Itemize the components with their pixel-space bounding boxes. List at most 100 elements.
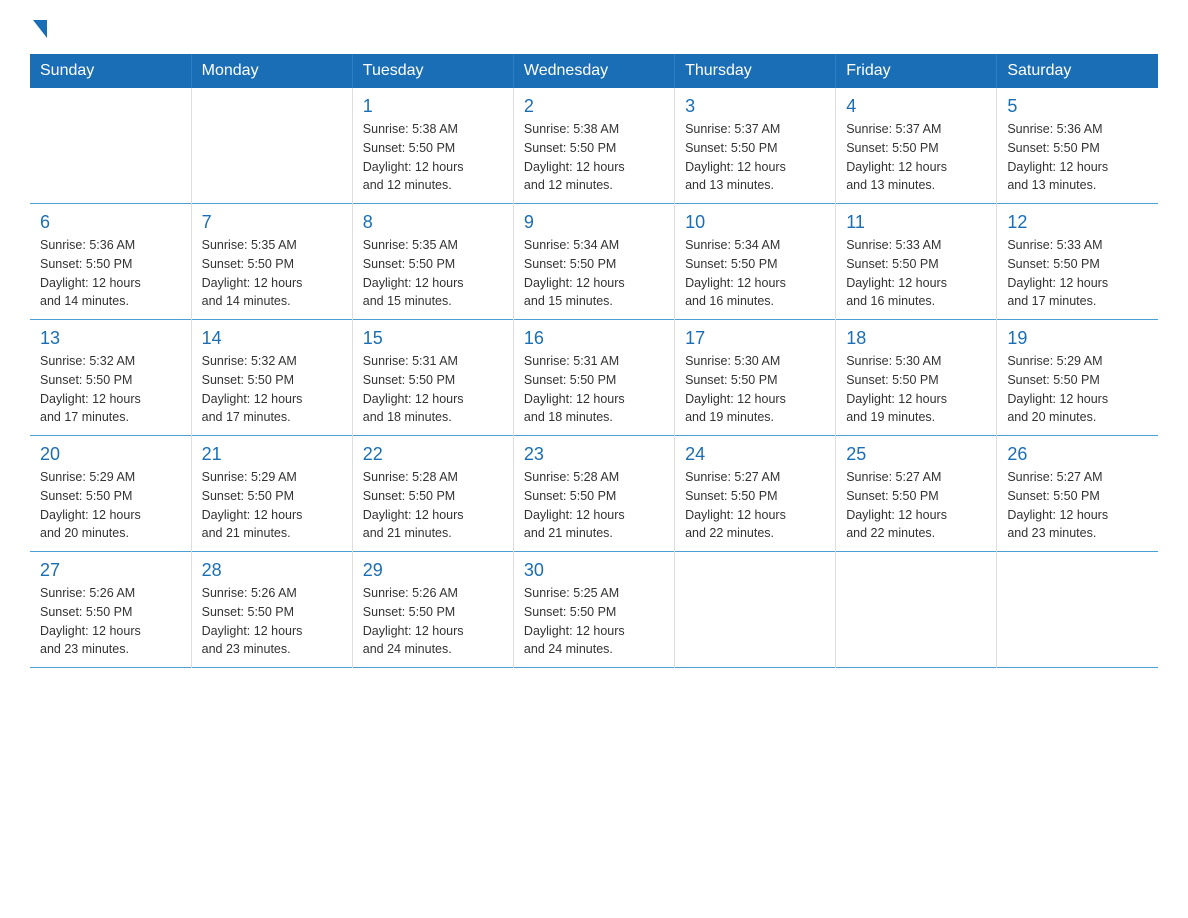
day-header-monday: Monday [191,54,352,88]
day-info: Sunrise: 5:36 AM Sunset: 5:50 PM Dayligh… [1007,120,1148,195]
day-number: 14 [202,328,342,349]
day-info: Sunrise: 5:30 AM Sunset: 5:50 PM Dayligh… [846,352,986,427]
calendar-cell: 23Sunrise: 5:28 AM Sunset: 5:50 PM Dayli… [513,436,674,552]
day-number: 3 [685,96,825,117]
day-info: Sunrise: 5:38 AM Sunset: 5:50 PM Dayligh… [524,120,664,195]
calendar-cell: 3 Sunrise: 5:37 AM Sunset: 5:50 PM Daylig… [675,88,836,204]
calendar-cell: 17 Sunrise: 5:30 AM Sunset: 5:50 PM Dayli… [675,320,836,436]
calendar-cell: 19Sunrise: 5:29 AM Sunset: 5:50 PM Dayli… [997,320,1158,436]
day-number: 6 [40,212,181,233]
day-number: 8 [363,212,503,233]
calendar-cell [997,552,1158,668]
day-info: Sunrise: 5:26 AM Sunset: 5:50 PM Dayligh… [40,584,181,659]
day-info: Sunrise: 5:35 AM Sunset: 5:50 PM Dayligh… [202,236,342,311]
calendar-cell: 26 Sunrise: 5:27 AM Sunset: 5:50 PM Dayli… [997,436,1158,552]
day-number: 10 [685,212,825,233]
day-number: 27 [40,560,181,581]
calendar-cell: 18 Sunrise: 5:30 AM Sunset: 5:50 PM Dayli… [836,320,997,436]
week-row-2: 6 Sunrise: 5:36 AM Sunset: 5:50 PM Daylig… [30,204,1158,320]
day-info: Sunrise: 5:32 AM Sunset: 5:50 PM Dayligh… [202,352,342,427]
day-info: Sunrise: 5:33 AM Sunset: 5:50 PM Dayligh… [846,236,986,311]
calendar-cell [30,88,191,204]
calendar-cell [191,88,352,204]
day-number: 18 [846,328,986,349]
day-info: Sunrise: 5:29 AM Sunset: 5:50 PM Dayligh… [40,468,181,543]
day-info: Sunrise: 5:26 AM Sunset: 5:50 PM Dayligh… [363,584,503,659]
calendar-cell: 15Sunrise: 5:31 AM Sunset: 5:50 PM Dayli… [352,320,513,436]
calendar-cell: 21Sunrise: 5:29 AM Sunset: 5:50 PM Dayli… [191,436,352,552]
week-row-5: 27 Sunrise: 5:26 AM Sunset: 5:50 PM Dayli… [30,552,1158,668]
calendar-cell: 28Sunrise: 5:26 AM Sunset: 5:50 PM Dayli… [191,552,352,668]
calendar-cell: 4 Sunrise: 5:37 AM Sunset: 5:50 PM Daylig… [836,88,997,204]
calendar-cell: 2 Sunrise: 5:38 AM Sunset: 5:50 PM Daylig… [513,88,674,204]
day-info: Sunrise: 5:30 AM Sunset: 5:50 PM Dayligh… [685,352,825,427]
day-number: 20 [40,444,181,465]
calendar-cell: 25Sunrise: 5:27 AM Sunset: 5:50 PM Dayli… [836,436,997,552]
day-info: Sunrise: 5:34 AM Sunset: 5:50 PM Dayligh… [524,236,664,311]
week-row-1: 1Sunrise: 5:38 AM Sunset: 5:50 PM Daylig… [30,88,1158,204]
calendar-header: SundayMondayTuesdayWednesdayThursdayFrid… [30,54,1158,88]
calendar-cell: 1Sunrise: 5:38 AM Sunset: 5:50 PM Daylig… [352,88,513,204]
calendar-cell: 14 Sunrise: 5:32 AM Sunset: 5:50 PM Dayli… [191,320,352,436]
day-info: Sunrise: 5:27 AM Sunset: 5:50 PM Dayligh… [846,468,986,543]
calendar-table: SundayMondayTuesdayWednesdayThursdayFrid… [30,54,1158,668]
calendar-cell: 5 Sunrise: 5:36 AM Sunset: 5:50 PM Daylig… [997,88,1158,204]
calendar-cell: 27 Sunrise: 5:26 AM Sunset: 5:50 PM Dayli… [30,552,191,668]
logo [30,20,47,44]
day-number: 22 [363,444,503,465]
day-number: 13 [40,328,181,349]
day-info: Sunrise: 5:26 AM Sunset: 5:50 PM Dayligh… [202,584,342,659]
calendar-cell: 11 Sunrise: 5:33 AM Sunset: 5:50 PM Dayli… [836,204,997,320]
days-of-week-row: SundayMondayTuesdayWednesdayThursdayFrid… [30,54,1158,88]
day-number: 17 [685,328,825,349]
day-info: Sunrise: 5:29 AM Sunset: 5:50 PM Dayligh… [202,468,342,543]
day-info: Sunrise: 5:28 AM Sunset: 5:50 PM Dayligh… [524,468,664,543]
day-number: 29 [363,560,503,581]
day-info: Sunrise: 5:36 AM Sunset: 5:50 PM Dayligh… [40,236,181,311]
day-number: 12 [1007,212,1148,233]
logo-triangle-icon [33,20,47,38]
day-info: Sunrise: 5:34 AM Sunset: 5:50 PM Dayligh… [685,236,825,311]
calendar-cell: 7Sunrise: 5:35 AM Sunset: 5:50 PM Daylig… [191,204,352,320]
day-info: Sunrise: 5:38 AM Sunset: 5:50 PM Dayligh… [363,120,503,195]
calendar-cell: 16 Sunrise: 5:31 AM Sunset: 5:50 PM Dayli… [513,320,674,436]
day-info: Sunrise: 5:37 AM Sunset: 5:50 PM Dayligh… [685,120,825,195]
day-info: Sunrise: 5:31 AM Sunset: 5:50 PM Dayligh… [363,352,503,427]
day-info: Sunrise: 5:31 AM Sunset: 5:50 PM Dayligh… [524,352,664,427]
day-info: Sunrise: 5:32 AM Sunset: 5:50 PM Dayligh… [40,352,181,427]
day-info: Sunrise: 5:33 AM Sunset: 5:50 PM Dayligh… [1007,236,1148,311]
calendar-cell: 9 Sunrise: 5:34 AM Sunset: 5:50 PM Daylig… [513,204,674,320]
calendar-cell: 30 Sunrise: 5:25 AM Sunset: 5:50 PM Dayli… [513,552,674,668]
calendar-cell: 10 Sunrise: 5:34 AM Sunset: 5:50 PM Dayli… [675,204,836,320]
day-header-wednesday: Wednesday [513,54,674,88]
calendar-cell: 6 Sunrise: 5:36 AM Sunset: 5:50 PM Daylig… [30,204,191,320]
day-info: Sunrise: 5:35 AM Sunset: 5:50 PM Dayligh… [363,236,503,311]
calendar-cell: 24Sunrise: 5:27 AM Sunset: 5:50 PM Dayli… [675,436,836,552]
week-row-3: 13 Sunrise: 5:32 AM Sunset: 5:50 PM Dayli… [30,320,1158,436]
page-header [30,20,1158,44]
calendar-cell [675,552,836,668]
calendar-cell: 20 Sunrise: 5:29 AM Sunset: 5:50 PM Dayli… [30,436,191,552]
week-row-4: 20 Sunrise: 5:29 AM Sunset: 5:50 PM Dayli… [30,436,1158,552]
day-number: 16 [524,328,664,349]
calendar-cell: 12 Sunrise: 5:33 AM Sunset: 5:50 PM Dayli… [997,204,1158,320]
calendar-cell: 22Sunrise: 5:28 AM Sunset: 5:50 PM Dayli… [352,436,513,552]
day-header-friday: Friday [836,54,997,88]
day-header-saturday: Saturday [997,54,1158,88]
calendar-cell: 13 Sunrise: 5:32 AM Sunset: 5:50 PM Dayli… [30,320,191,436]
calendar-cell: 8 Sunrise: 5:35 AM Sunset: 5:50 PM Daylig… [352,204,513,320]
day-number: 26 [1007,444,1148,465]
day-header-thursday: Thursday [675,54,836,88]
day-info: Sunrise: 5:25 AM Sunset: 5:50 PM Dayligh… [524,584,664,659]
day-number: 2 [524,96,664,117]
day-number: 5 [1007,96,1148,117]
day-number: 9 [524,212,664,233]
calendar-body: 1Sunrise: 5:38 AM Sunset: 5:50 PM Daylig… [30,88,1158,668]
day-number: 4 [846,96,986,117]
day-number: 11 [846,212,986,233]
day-info: Sunrise: 5:27 AM Sunset: 5:50 PM Dayligh… [1007,468,1148,543]
calendar-cell: 29 Sunrise: 5:26 AM Sunset: 5:50 PM Dayli… [352,552,513,668]
day-info: Sunrise: 5:37 AM Sunset: 5:50 PM Dayligh… [846,120,986,195]
day-number: 30 [524,560,664,581]
day-number: 24 [685,444,825,465]
